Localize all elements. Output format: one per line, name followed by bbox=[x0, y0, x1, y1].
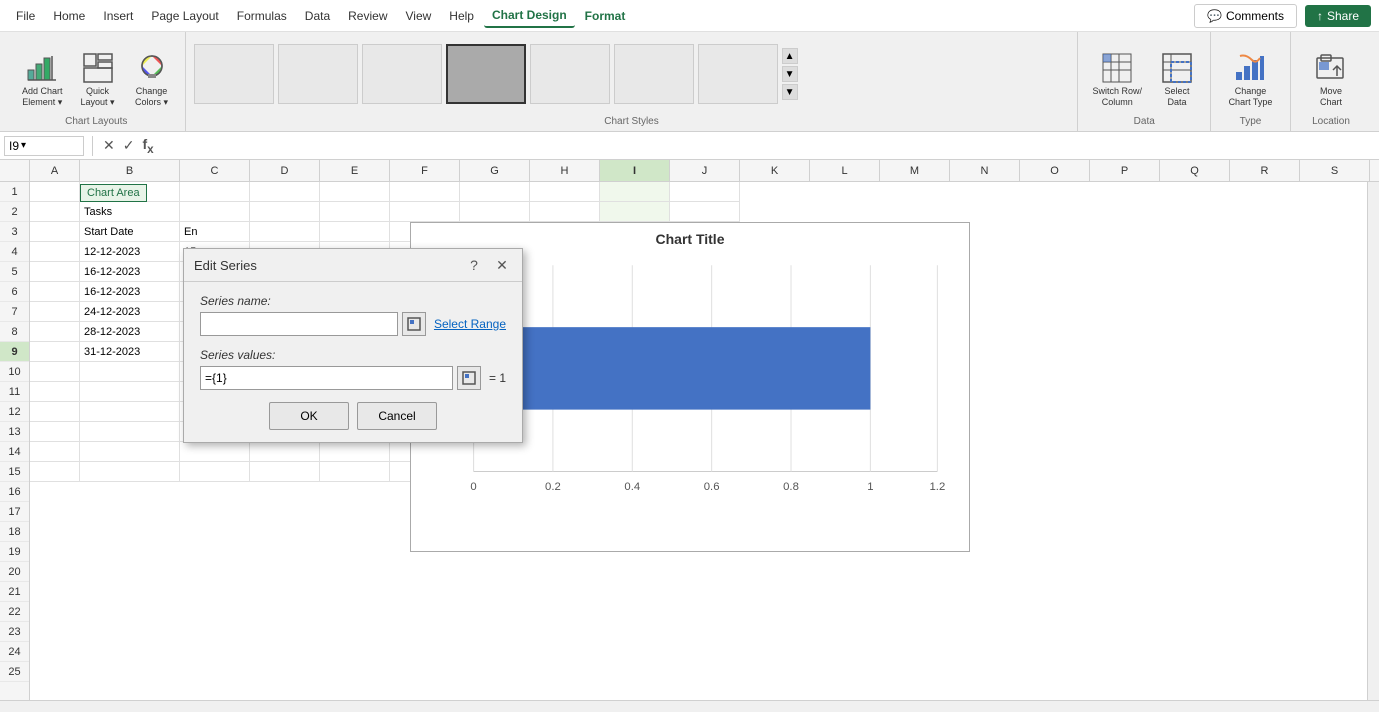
dialog-title-bar: Edit Series ? ✕ bbox=[184, 249, 522, 282]
series-values-row: = 1 bbox=[200, 366, 506, 390]
series-name-row: Select Range bbox=[200, 312, 506, 336]
ok-button[interactable]: OK bbox=[269, 402, 349, 430]
series-values-input[interactable] bbox=[200, 366, 453, 390]
series-name-label: Series name: bbox=[200, 294, 506, 308]
dialog-body: Series name: Select Range Series values: bbox=[184, 282, 522, 442]
select-range-link[interactable]: Select Range bbox=[434, 317, 506, 331]
series-name-input[interactable] bbox=[200, 312, 398, 336]
dialog-title-icons: ? ✕ bbox=[464, 255, 512, 275]
dialog-title: Edit Series bbox=[194, 258, 257, 273]
series-values-equal: = 1 bbox=[489, 371, 506, 385]
dialog-buttons: OK Cancel bbox=[200, 402, 506, 430]
dialog-help-button[interactable]: ? bbox=[464, 255, 484, 275]
series-values-label: Series values: bbox=[200, 348, 506, 362]
series-values-range-button[interactable] bbox=[457, 366, 481, 390]
dialog-overlay: Edit Series ? ✕ Series name: Select Rang… bbox=[0, 0, 1379, 712]
edit-series-dialog: Edit Series ? ✕ Series name: Select Rang… bbox=[183, 248, 523, 443]
series-name-range-button[interactable] bbox=[402, 312, 426, 336]
cancel-button[interactable]: Cancel bbox=[357, 402, 437, 430]
dialog-close-button[interactable]: ✕ bbox=[492, 255, 512, 275]
